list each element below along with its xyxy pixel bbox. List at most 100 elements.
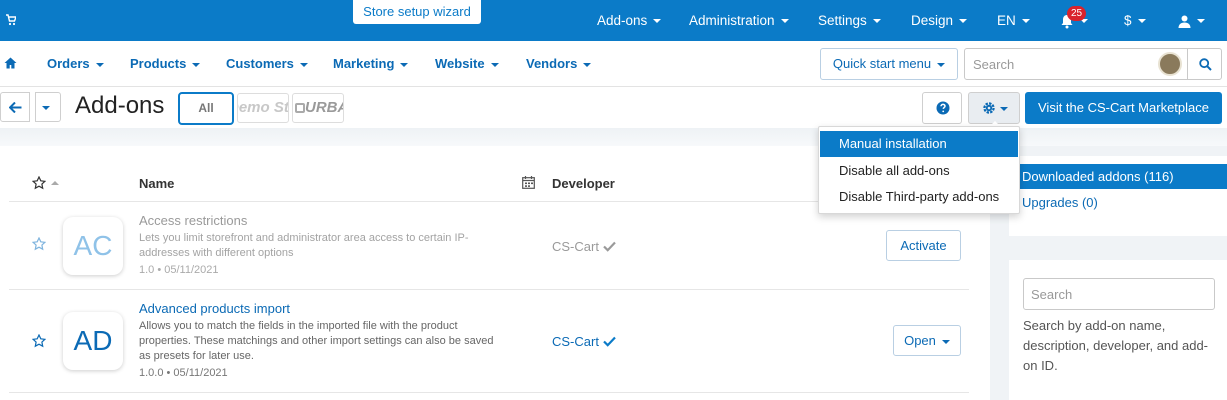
activate-button[interactable]: Activate [886,230,961,261]
addon-logo: AD [63,312,123,370]
filter-demo-store-tab[interactable]: Demo Store [237,93,289,123]
menu-item-disable-all-addons[interactable]: Disable all add-ons [820,158,1018,184]
help-button[interactable] [922,92,962,124]
open-button-label: Open [904,333,936,348]
open-button[interactable]: Open [893,325,961,356]
nav-vendors[interactable]: Vendors [526,56,592,71]
addon-name-link[interactable]: Advanced products import [139,301,290,316]
nav-customers[interactable]: Customers [226,56,308,71]
gear-dropdown-menu: Manual installation Disable all add-ons … [818,126,1020,214]
caret-down-icon [299,62,308,67]
star-outline-icon[interactable] [32,334,46,348]
row-divider [9,392,969,393]
filter-logo-text: Demo Store [238,99,289,116]
nav-label: Customers [226,56,294,71]
topnav-addons[interactable]: Add-ons [597,0,662,41]
user-menu-button[interactable] [1178,0,1205,41]
addon-description: Lets you limit storefront and administra… [139,232,469,259]
row-divider [9,289,969,290]
star-outline-icon[interactable] [32,237,46,251]
nav-label: Website [435,56,485,71]
developer-name: CS-Cart [552,239,599,254]
filter-urban-tab[interactable]: URBAN [292,93,344,123]
main-navbar: Orders Products Customers Marketing Webs… [0,41,1227,87]
caret-down-icon [780,19,789,24]
star-outline-icon[interactable] [32,176,46,190]
sidebar-search-input[interactable] [1023,278,1215,310]
store-setup-wizard-button[interactable]: Store setup wizard [353,0,481,24]
topnav-label: Settings [818,13,867,28]
nav-label: Products [130,56,187,71]
notification-count-badge: 25 [1067,6,1087,21]
currency-selector[interactable]: $ [1124,0,1146,41]
addon-version: 1.0 • 05/11/2021 [139,264,219,276]
gear-icon [983,102,995,114]
nav-label: Marketing [333,56,395,71]
caret-down-icon [1137,19,1146,24]
check-icon [602,336,616,347]
addon-name: Access restrictions [139,213,248,228]
urban-logo-icon [295,103,305,113]
title-bar: Add-ons All Demo Store URBAN Visit the C… [0,87,1227,132]
settings-gear-button[interactable] [968,92,1020,124]
quick-start-label: Quick start menu [832,56,932,71]
home-icon[interactable] [4,57,17,69]
caret-down-icon [192,62,201,67]
caret-down-icon [42,106,50,110]
topnav-settings[interactable]: Settings [818,0,881,41]
topnav-design[interactable]: Design [911,0,968,41]
column-header-developer[interactable]: Developer [552,176,615,191]
addon-description: Allows you to match the fields in the im… [139,320,494,362]
quick-start-menu-button[interactable]: Quick start menu [820,48,958,80]
topnav-label: Add-ons [597,13,648,28]
top-bar: Store setup wizard Add-ons Administratio… [0,0,1227,41]
back-button[interactable] [0,92,30,122]
caret-down-icon [95,62,104,67]
sidebar-item-downloaded[interactable]: Downloaded addons (116) [1009,164,1227,189]
topnav-label: Administration [689,13,775,28]
menu-item-disable-third-party[interactable]: Disable Third-party add-ons [820,184,1018,210]
arrow-left-icon [9,102,22,113]
check-icon [602,241,616,252]
caret-down-icon [872,19,881,24]
caret-down-icon [959,19,968,24]
sidebar-item-upgrades[interactable]: Upgrades (0) [1022,195,1098,210]
nav-label: Vendors [526,56,578,71]
search-button[interactable] [1187,48,1222,80]
menu-item-manual-installation[interactable]: Manual installation [820,131,1018,157]
caret-down-icon [937,62,946,67]
currency-label: $ [1124,13,1132,28]
title-bar-shadow [0,128,1227,146]
sidebar-search-hint: Search by add-on name, description, deve… [1023,318,1209,373]
cart-icon[interactable] [6,14,16,26]
developer-name: CS-Cart [552,334,599,349]
caret-down-icon [400,62,409,67]
sort-asc-icon[interactable] [51,181,59,185]
caret-down-icon [653,19,662,24]
search-icon [1199,58,1212,71]
caret-down-icon [941,339,950,344]
nav-marketing[interactable]: Marketing [333,56,409,71]
page-title: Add-ons [75,92,165,119]
avatar[interactable] [1158,52,1182,76]
back-history-dropdown[interactable] [35,92,61,122]
global-search-input[interactable] [964,48,1188,80]
addon-developer[interactable]: CS-Cart [552,334,616,349]
column-header-name[interactable]: Name [139,176,174,191]
topnav-administration[interactable]: Administration [689,0,789,41]
nav-products[interactable]: Products [130,56,201,71]
filter-logo-text: URBAN [305,99,343,116]
nav-orders[interactable]: Orders [47,56,104,71]
nav-website[interactable]: Website [435,56,499,71]
topnav-label: EN [997,13,1016,28]
addon-logo: AC [63,217,123,275]
caret-down-icon [490,62,499,67]
visit-marketplace-button[interactable]: Visit the CS-Cart Marketplace [1025,92,1222,124]
caret-down-icon [1000,107,1008,111]
topnav-language[interactable]: EN [997,0,1030,41]
addon-version: 1.0.0 • 05/11/2021 [139,367,228,379]
filter-all-tab[interactable]: All [178,92,234,125]
caret-down-icon [583,62,592,67]
user-icon [1178,15,1191,28]
calendar-icon[interactable] [522,176,535,189]
